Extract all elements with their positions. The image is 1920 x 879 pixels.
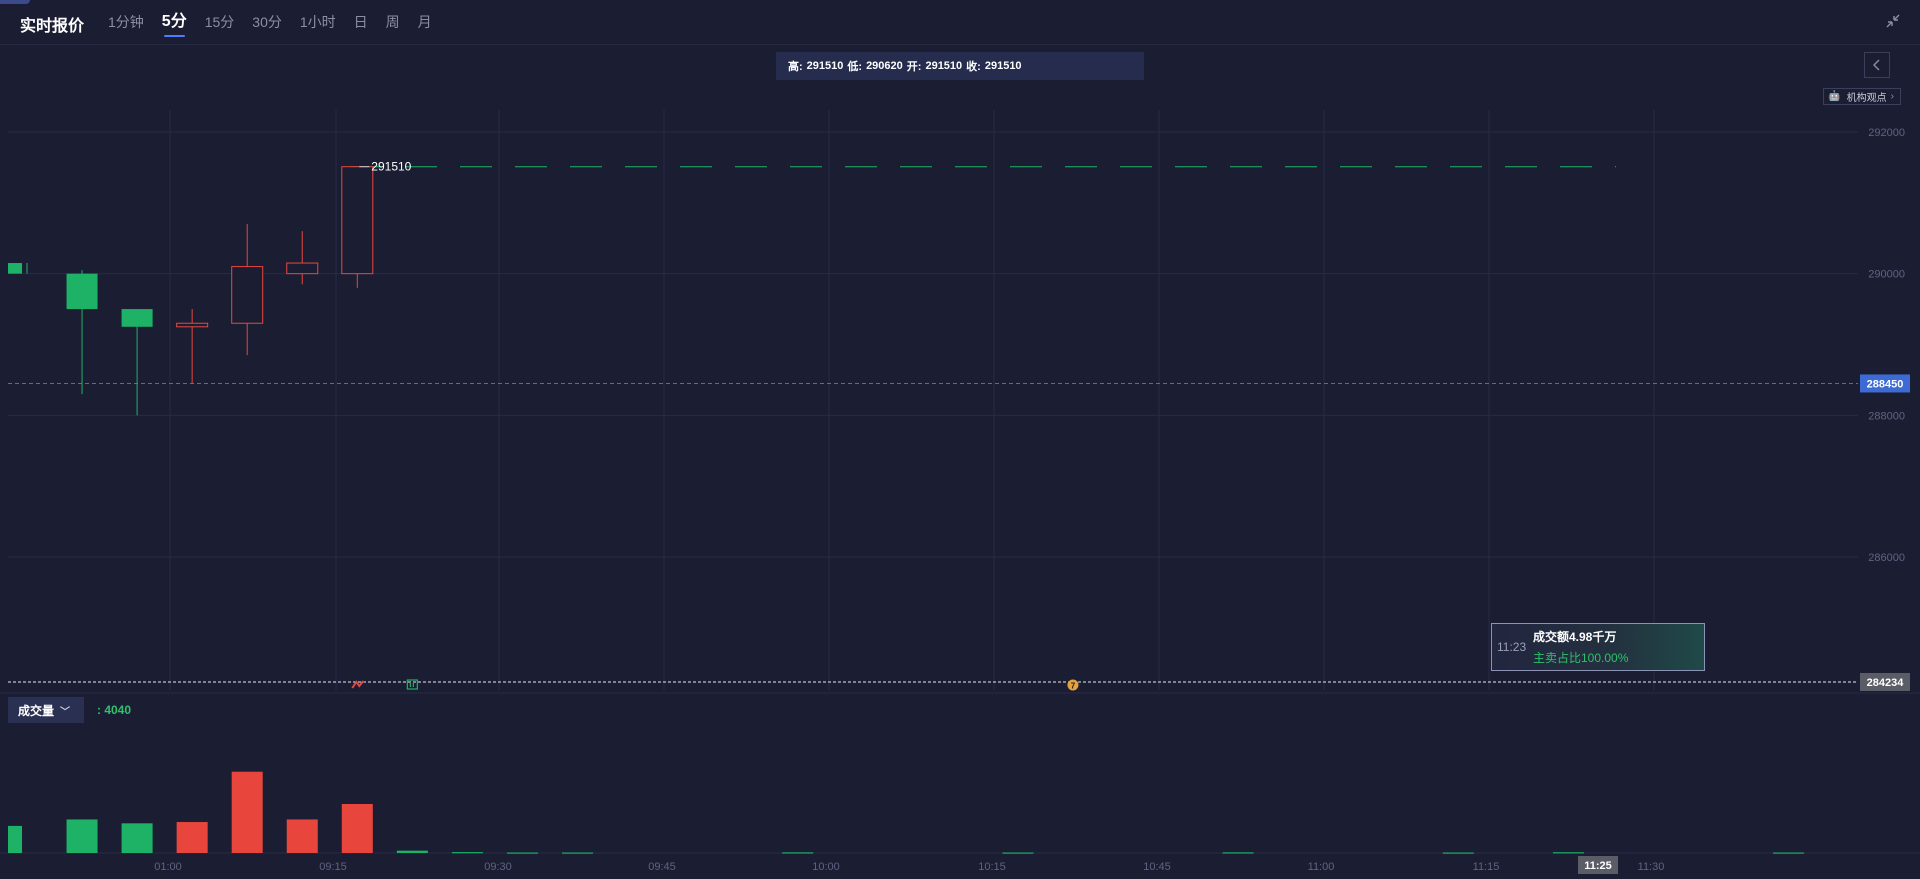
candle-body-1 <box>66 273 98 310</box>
candle-body-0 <box>8 263 22 274</box>
volume-bar-7 <box>396 850 428 853</box>
volume-bar-9 <box>506 852 538 854</box>
x-tick-label-1: 09:15 <box>319 861 347 873</box>
volume-bar-32 <box>1773 852 1805 854</box>
high-marker-label: 291510 <box>371 160 411 174</box>
volume-bar-10 <box>562 852 593 854</box>
crosshair-tooltip: 11:23 成交额4.98千万 主卖占比100.00% <box>1491 623 1705 671</box>
volume-bar-14 <box>782 852 814 854</box>
volume-bar-26 <box>1442 852 1474 854</box>
candle-body-4 <box>231 266 264 324</box>
volume-bar-2 <box>121 823 153 853</box>
crosshair-time-tag-label: 11:25 <box>1584 860 1612 872</box>
volume-bar-3 <box>176 822 208 853</box>
volume-indicator-dropdown[interactable]: 成交量 ﹀ <box>8 697 84 723</box>
x-tick-label-3: 09:45 <box>648 861 676 873</box>
y-tick-label-1: 288000 <box>1868 410 1905 422</box>
chevron-down-icon: ﹀ <box>60 706 71 718</box>
volume-indicator-label: 成交量 <box>18 703 55 718</box>
x-tick-label-8: 11:15 <box>1473 861 1500 873</box>
event-marker-label-2: 7 <box>1071 682 1076 691</box>
y-tick-label-2: 290000 <box>1868 269 1905 281</box>
x-tick-label-2: 09:30 <box>484 861 512 873</box>
volume-bar-5 <box>286 819 318 853</box>
tooltip-ratio: 主卖占比100.00% <box>1533 651 1629 665</box>
x-tick-label-7: 11:00 <box>1308 861 1335 873</box>
y-tick-label-3: 292000 <box>1868 127 1905 139</box>
volume-bar-6 <box>341 803 373 853</box>
volume-value: : 4040 <box>97 703 132 717</box>
volume-bar-4 <box>231 771 263 853</box>
current-price-tag-label: 288450 <box>1867 378 1904 390</box>
x-tick-label-4: 10:00 <box>812 861 840 873</box>
x-tick-label-0: 01:00 <box>154 861 182 873</box>
x-tick-label-5: 10:15 <box>978 861 1006 873</box>
tooltip-time: 11:23 <box>1497 640 1527 654</box>
volume-bar-22 <box>1222 852 1254 854</box>
tooltip-amount: 成交额4.98千万 <box>1533 630 1617 644</box>
candle-body-5 <box>286 262 319 275</box>
candle-body-2 <box>121 309 153 327</box>
volume-bar-0 <box>8 825 22 853</box>
volume-bar-18 <box>1002 852 1034 854</box>
candlestick-chart[interactable]: 2860002880002900002920002915102854702884… <box>0 0 1920 879</box>
x-tick-label-10: 11:30 <box>1638 861 1665 873</box>
volume-bar-8 <box>451 852 483 854</box>
y-tick-label-0: 286000 <box>1868 552 1905 564</box>
x-tick-label-6: 10:45 <box>1143 861 1171 873</box>
candle-body-6 <box>341 166 374 275</box>
volume-bar-1 <box>66 819 98 853</box>
candle-body-3 <box>176 322 209 328</box>
crosshair-price-tag-label: 284234 <box>1867 677 1905 689</box>
event-marker-1 <box>406 679 418 690</box>
volume-bar-28 <box>1552 852 1584 854</box>
